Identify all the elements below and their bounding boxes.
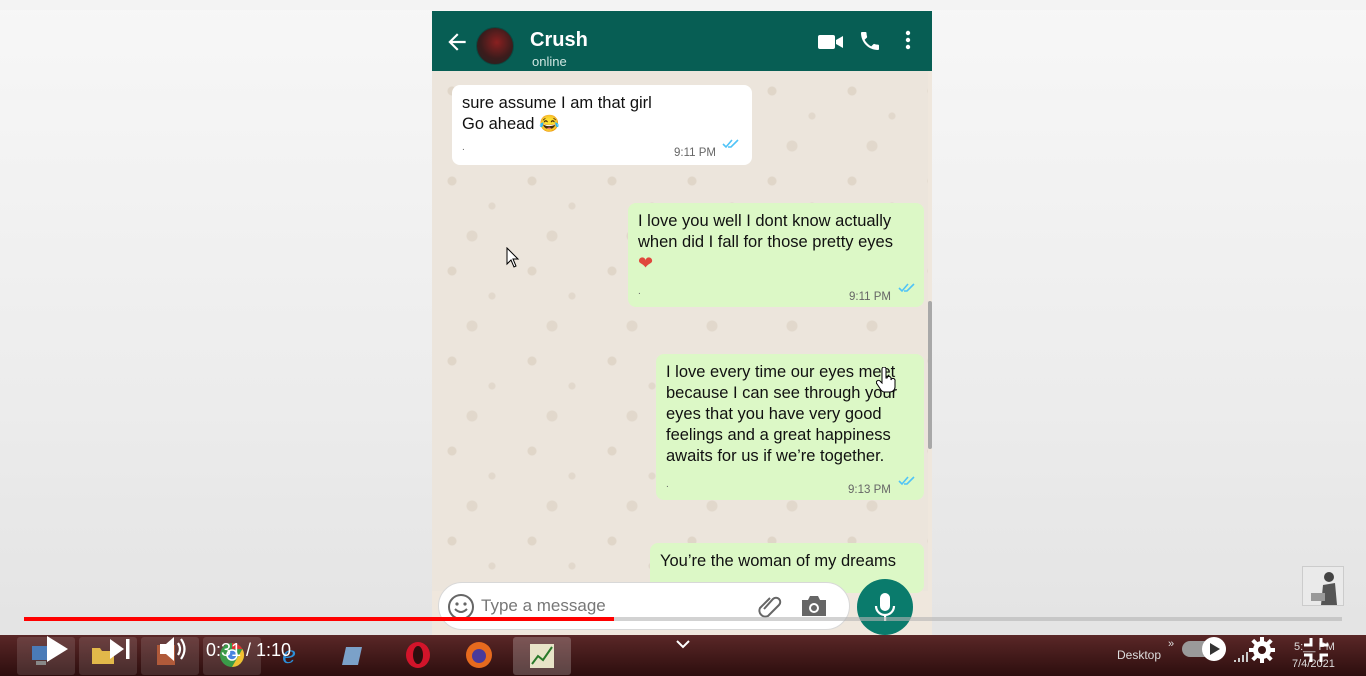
hand-cursor-icon — [876, 367, 896, 393]
message-input[interactable]: Type a message — [481, 596, 606, 616]
read-receipt-icon — [722, 139, 739, 149]
opera-app-icon[interactable] — [403, 640, 433, 670]
channel-thumbnail[interactable] — [1302, 566, 1344, 606]
autoplay-toggle-knob — [1202, 637, 1226, 661]
message-line: feelings and a great happiness — [666, 426, 891, 444]
read-receipt-icon — [898, 283, 915, 293]
message-line: sure assume I am that girl — [462, 94, 652, 112]
message-bubble-incoming[interactable]: sure assume I am that girl Go ahead 😂 . … — [452, 85, 752, 165]
autoplay-play-icon — [1210, 643, 1220, 655]
message-dot: . — [666, 479, 669, 490]
next-icon[interactable] — [108, 637, 132, 661]
message-line: You’re the woman of my dreams — [660, 552, 897, 570]
message-input-bar[interactable]: Type a message — [438, 582, 850, 630]
phone-call-icon[interactable] — [858, 29, 882, 53]
volume-icon[interactable] — [158, 635, 188, 663]
video-progress-played[interactable] — [24, 617, 615, 621]
desktop-label[interactable]: Desktop — [1117, 648, 1161, 662]
message-line: eyes that you have very good — [666, 405, 882, 423]
message-dot: . — [462, 142, 465, 153]
video-call-icon[interactable] — [818, 33, 844, 51]
chevron-down-icon[interactable] — [676, 640, 690, 650]
camera-icon[interactable] — [799, 593, 829, 619]
person-silhouette-icon — [1311, 572, 1337, 605]
contact-name[interactable]: Crush — [530, 29, 588, 52]
chart-app-icon[interactable] — [528, 642, 556, 670]
overflow-chevron-icon[interactable]: » — [1168, 638, 1174, 650]
mic-button[interactable] — [857, 579, 913, 635]
message-line: Go ahead 😂 — [462, 115, 560, 133]
chat-window: Crush online sure assume I am that girl … — [432, 11, 932, 635]
heart-emoji: ❤ — [638, 253, 654, 273]
settings-gear-icon[interactable] — [1248, 636, 1276, 664]
message-line: I love you well I dont know actually — [638, 212, 892, 230]
exit-fullscreen-icon[interactable] — [1302, 636, 1330, 664]
message-time: 9:13 PM — [848, 484, 891, 496]
chat-scrollbar[interactable] — [928, 301, 932, 449]
back-arrow-icon[interactable] — [444, 29, 470, 55]
notepad-app-icon[interactable] — [340, 643, 368, 669]
mouse-pointer-icon — [506, 247, 520, 268]
read-receipt-icon — [898, 476, 915, 486]
message-time: 9:11 PM — [674, 147, 716, 159]
more-menu-icon[interactable] — [904, 30, 912, 50]
signal-icon — [1234, 652, 1248, 662]
chat-header: Crush online — [432, 11, 932, 71]
message-bubble-outgoing[interactable]: I love you well I dont know actually whe… — [628, 203, 924, 307]
time-display: 0:31 / 1:10 — [206, 640, 292, 660]
message-line: awaits for us if we’re together. — [666, 447, 885, 465]
message-time: 9:11 PM — [849, 291, 891, 303]
top-strip — [0, 0, 1366, 10]
contact-status: online — [532, 54, 567, 69]
avatar[interactable] — [476, 27, 514, 65]
firefox-app-icon[interactable] — [464, 640, 494, 670]
play-icon[interactable] — [44, 634, 70, 664]
autoplay-toggle[interactable] — [1182, 637, 1226, 661]
message-line: when did I fall for those pretty eyes — [638, 233, 893, 251]
message-dot: . — [638, 286, 641, 297]
